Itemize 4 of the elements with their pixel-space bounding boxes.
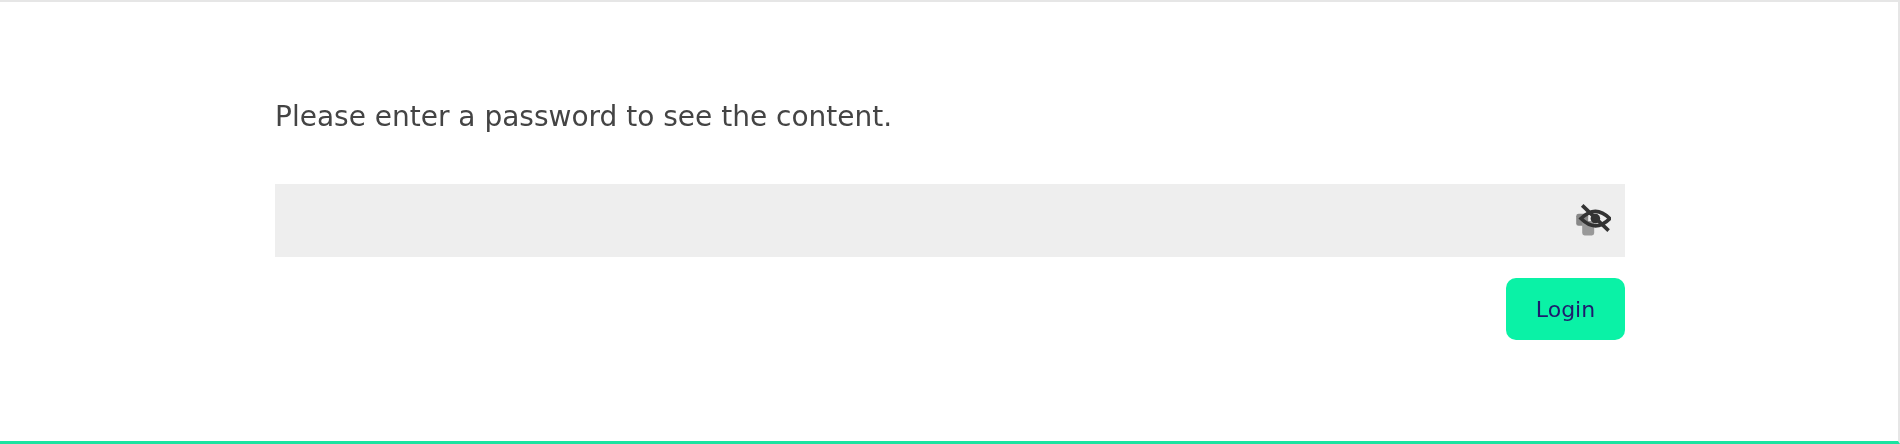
- password-field[interactable]: [275, 184, 1625, 257]
- login-button[interactable]: Login: [1506, 278, 1625, 340]
- password-prompt: Please enter a password to see the content.: [275, 102, 894, 132]
- eye-slash-icon[interactable]: [1575, 203, 1611, 238]
